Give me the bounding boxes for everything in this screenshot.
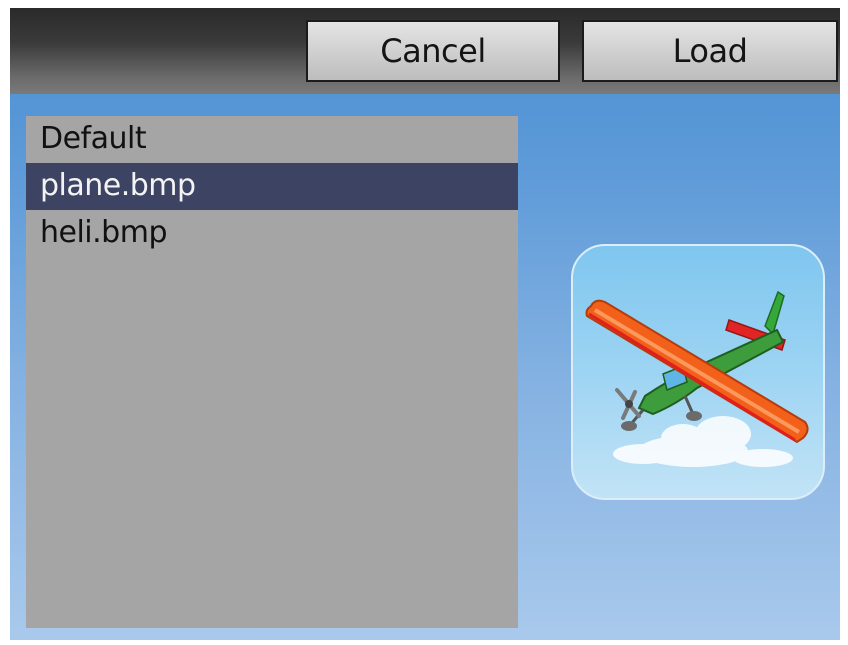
image-preview [571, 244, 825, 500]
load-button[interactable]: Load [582, 20, 838, 82]
list-item-default[interactable]: Default [26, 116, 518, 163]
top-toolbar: Cancel Load [10, 8, 840, 94]
model-image-chooser: Cancel Load Default plane.bmp heli.bmp [10, 8, 840, 640]
plane-icon [585, 290, 809, 467]
file-list[interactable]: Default plane.bmp heli.bmp [26, 116, 518, 628]
list-item-heli-bmp[interactable]: heli.bmp [26, 210, 518, 257]
cancel-button[interactable]: Cancel [306, 20, 560, 82]
list-item-plane-bmp[interactable]: plane.bmp [26, 163, 518, 210]
